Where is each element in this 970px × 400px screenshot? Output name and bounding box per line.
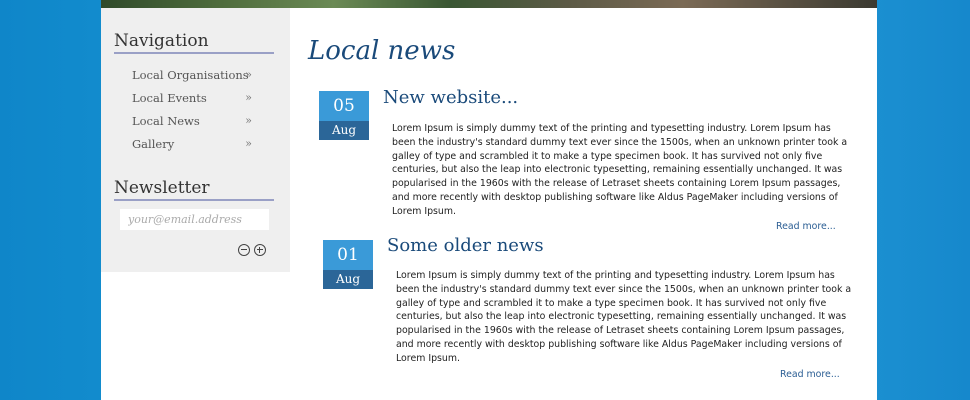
post-title[interactable]: New website... [383,87,518,109]
nav-item-label: Gallery [132,137,175,151]
nav-item-label: Local Organisations [132,68,249,82]
navigation-list: Local Organisations » Local Events » Loc… [132,68,262,160]
sidebar: Navigation Local Organisations » Local E… [101,8,290,272]
nav-item-label: Local News [132,114,200,128]
date-day: 05 [319,91,369,121]
page-container: Navigation Local Organisations » Local E… [101,0,877,400]
post-body: Lorem Ipsum is simply dummy text of the … [396,270,852,364]
date-month: Aug [323,270,373,289]
nav-item-local-events[interactable]: Local Events » [132,91,262,114]
chevron-right-icon: » [245,68,252,81]
post-body: Lorem Ipsum is simply dummy text of the … [392,123,848,217]
header-banner-image [101,0,877,8]
date-badge: 01 Aug [323,240,373,289]
page-title: Local news [308,36,456,66]
post-title[interactable]: Some older news [387,235,544,257]
date-day: 01 [323,240,373,270]
nav-item-local-organisations[interactable]: Local Organisations » [132,68,262,91]
date-badge: 05 Aug [319,91,369,140]
newsletter-heading: Newsletter [114,178,274,201]
newsletter-email-input[interactable] [120,209,269,230]
plus-circle-icon[interactable] [254,244,266,256]
read-more-link[interactable]: Read more... [780,369,840,380]
chevron-right-icon: » [245,137,252,150]
date-month: Aug [319,121,369,140]
nav-item-gallery[interactable]: Gallery » [132,137,262,160]
chevron-right-icon: » [245,91,252,104]
nav-item-label: Local Events [132,91,207,105]
read-more-link[interactable]: Read more... [776,221,836,232]
navigation-heading: Navigation [114,31,274,54]
chevron-right-icon: » [245,114,252,127]
nav-item-local-news[interactable]: Local News » [132,114,262,137]
minus-circle-icon[interactable] [238,244,250,256]
